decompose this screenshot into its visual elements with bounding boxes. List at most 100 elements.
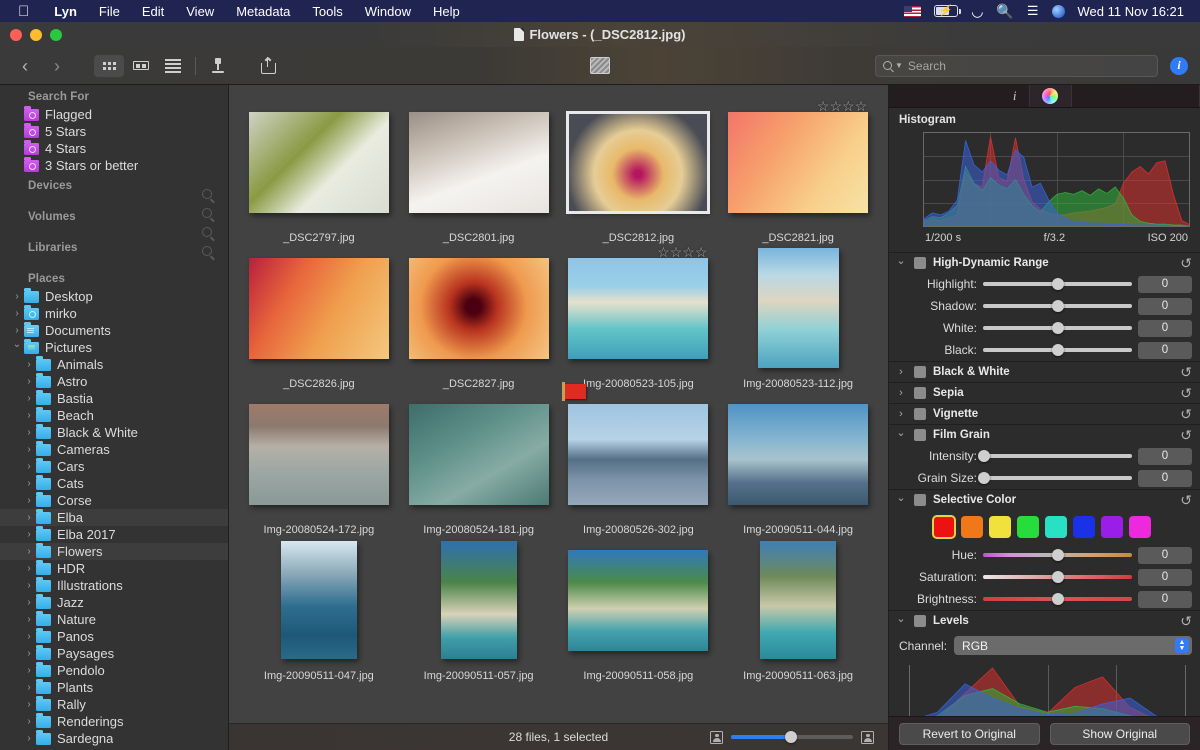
disclosure-triangle[interactable] — [22, 665, 36, 676]
disclosure-triangle[interactable] — [22, 631, 36, 642]
slider-value-black[interactable]: 0 — [1138, 341, 1192, 359]
disclosure-triangle[interactable] — [22, 461, 36, 472]
thumbnail-cell[interactable]: Img-20080524-172.jpg — [239, 390, 399, 536]
share-button[interactable] — [253, 55, 283, 77]
disclosure-triangle[interactable] — [22, 393, 36, 404]
disclosure-triangle[interactable] — [22, 359, 36, 370]
swatch-green[interactable] — [1017, 516, 1039, 538]
wifi-icon[interactable]: ◡ — [971, 3, 983, 20]
menu-item-file[interactable]: File — [88, 4, 131, 19]
grid-view-button[interactable] — [94, 54, 124, 77]
revert-to-original-button[interactable]: Revert to Original — [899, 722, 1040, 745]
sidebar-item-animals[interactable]: Animals — [0, 356, 228, 373]
apple-logo-icon[interactable]:  — [18, 4, 29, 19]
sidebar-item-beach[interactable]: Beach — [0, 407, 228, 424]
sidebar-item-flowers[interactable]: Flowers — [0, 543, 228, 560]
channel-select[interactable]: RGB ▲ ▼ — [954, 636, 1192, 655]
slider-brightness[interactable] — [983, 593, 1132, 605]
sidebar-item-panos[interactable]: Panos — [0, 628, 228, 645]
thumbnail-cell[interactable]: _DSC2797.jpg — [239, 98, 399, 244]
slider-highlight[interactable] — [983, 278, 1132, 290]
thumbnail-image[interactable] — [248, 403, 389, 505]
reset-icon[interactable]: ↺ — [1180, 386, 1192, 400]
section-header[interactable]: Film Grain ↺ — [889, 425, 1200, 445]
slider-shadow[interactable] — [983, 300, 1132, 312]
sidebar-item-cameras[interactable]: Cameras — [0, 441, 228, 458]
disclosure-triangle[interactable] — [22, 529, 36, 540]
menu-item-tools[interactable]: Tools — [301, 4, 353, 19]
slider-knob[interactable] — [978, 472, 991, 484]
filmstrip-view-button[interactable] — [126, 55, 156, 77]
thumbnail-cell[interactable]: Img-20080524-181.jpg — [399, 390, 559, 536]
back-button[interactable]: ‹ — [12, 55, 38, 77]
search-icon[interactable] — [202, 246, 212, 256]
sidebar-item-pictures[interactable]: Pictures — [0, 339, 228, 356]
map-view-button[interactable] — [203, 55, 233, 77]
battery-charging-icon[interactable]: ⚡ — [934, 5, 961, 17]
thumbnail-cell[interactable]: Img-20090511-063.jpg — [718, 536, 878, 682]
menu-item-edit[interactable]: Edit — [131, 4, 175, 19]
sidebar-item-4-stars[interactable]: 4 Stars — [0, 140, 228, 157]
thumbnail-size-slider[interactable] — [731, 731, 853, 743]
swatch-yellow[interactable] — [989, 516, 1011, 538]
sidebar-item-desktop[interactable]: Desktop — [0, 288, 228, 305]
thumbnail-browser[interactable]: _DSC2797.jpg _DSC2801.jpg _DSC2812.jpg ☆ ☆ ☆ ☆… — [229, 85, 888, 750]
disclosure-triangle[interactable] — [22, 597, 36, 608]
thumbnail-image[interactable] — [728, 111, 869, 213]
reset-icon[interactable]: ↺ — [1180, 614, 1192, 628]
thumbnail-cell[interactable]: Img-20090511-044.jpg — [718, 390, 878, 536]
small-thumbnail-icon[interactable] — [710, 730, 723, 744]
slider-knob[interactable] — [978, 450, 991, 462]
disclosure-triangle[interactable] — [22, 410, 36, 421]
disclosure-triangle[interactable] — [22, 563, 36, 574]
disclosure-triangle[interactable] — [895, 494, 907, 507]
slider-knob[interactable] — [1051, 549, 1064, 561]
sidebar-item-sardegna[interactable]: Sardegna — [0, 730, 228, 747]
slider-value-saturation[interactable]: 0 — [1138, 568, 1192, 586]
sidebar-item-5-stars[interactable]: 5 Stars — [0, 123, 228, 140]
show-original-button[interactable]: Show Original — [1049, 722, 1190, 745]
slider-grain-size[interactable] — [978, 472, 1132, 484]
thumbnail-cell[interactable]: ☆ ☆ ☆ ☆ Img-20080523-105.jpg — [559, 244, 719, 390]
disclosure-triangle[interactable] — [895, 366, 907, 378]
menu-item-metadata[interactable]: Metadata — [225, 4, 301, 19]
disclosure-triangle[interactable] — [10, 291, 24, 302]
disclosure-triangle[interactable] — [10, 342, 24, 353]
sidebar-item-hdr[interactable]: HDR — [0, 560, 228, 577]
thumbnail-cell[interactable]: _DSC2827.jpg — [399, 244, 559, 390]
swatch-magenta[interactable] — [1129, 516, 1151, 538]
thumbnail-image[interactable] — [757, 248, 839, 368]
sidebar-item-bastia[interactable]: Bastia — [0, 390, 228, 407]
sidebar[interactable]: Search For Flagged 5 Stars 4 Stars 3 Stars o… — [0, 85, 229, 750]
swatch-orange[interactable] — [961, 516, 983, 538]
thumbnail-image[interactable] — [280, 541, 357, 659]
disclosure-triangle[interactable] — [895, 429, 907, 442]
sidebar-item-flagged[interactable]: Flagged — [0, 106, 228, 123]
disclosure-triangle[interactable] — [895, 387, 907, 399]
swatch-purple[interactable] — [1101, 516, 1123, 538]
thumbnail-image[interactable] — [408, 403, 549, 505]
reset-icon[interactable]: ↺ — [1180, 407, 1192, 421]
disclosure-triangle[interactable] — [22, 614, 36, 625]
slider-saturation[interactable] — [983, 571, 1132, 583]
thumbnail-image[interactable] — [568, 403, 709, 505]
tab-extra[interactable] — [1072, 85, 1200, 107]
search-icon[interactable] — [202, 227, 212, 237]
thumbnail-cell[interactable]: _DSC2801.jpg — [399, 98, 559, 244]
disclosure-triangle[interactable] — [22, 376, 36, 387]
sidebar-item-rally[interactable]: Rally — [0, 696, 228, 713]
thumbnail-cell[interactable]: _DSC2826.jpg — [239, 244, 399, 390]
swatch-blue[interactable] — [1073, 516, 1095, 538]
tab-adjustments[interactable] — [1029, 85, 1072, 107]
menu-clock[interactable]: Wed 11 Nov 16:21 — [1078, 4, 1184, 19]
reset-icon[interactable]: ↺ — [1180, 365, 1192, 379]
large-thumbnail-icon[interactable] — [861, 730, 874, 744]
swatch-cyan[interactable] — [1045, 516, 1067, 538]
slider-knob[interactable] — [784, 731, 797, 743]
section-header[interactable]: Vignette ↺ — [889, 404, 1200, 424]
sidebar-item-paysages[interactable]: Paysages — [0, 645, 228, 662]
thumbnail-cell[interactable]: Img-20080526-302.jpg — [559, 382, 719, 536]
disclosure-triangle[interactable] — [22, 478, 36, 489]
disclosure-triangle[interactable] — [22, 580, 36, 591]
star-rating[interactable]: ☆ ☆ ☆ ☆ — [817, 99, 867, 113]
